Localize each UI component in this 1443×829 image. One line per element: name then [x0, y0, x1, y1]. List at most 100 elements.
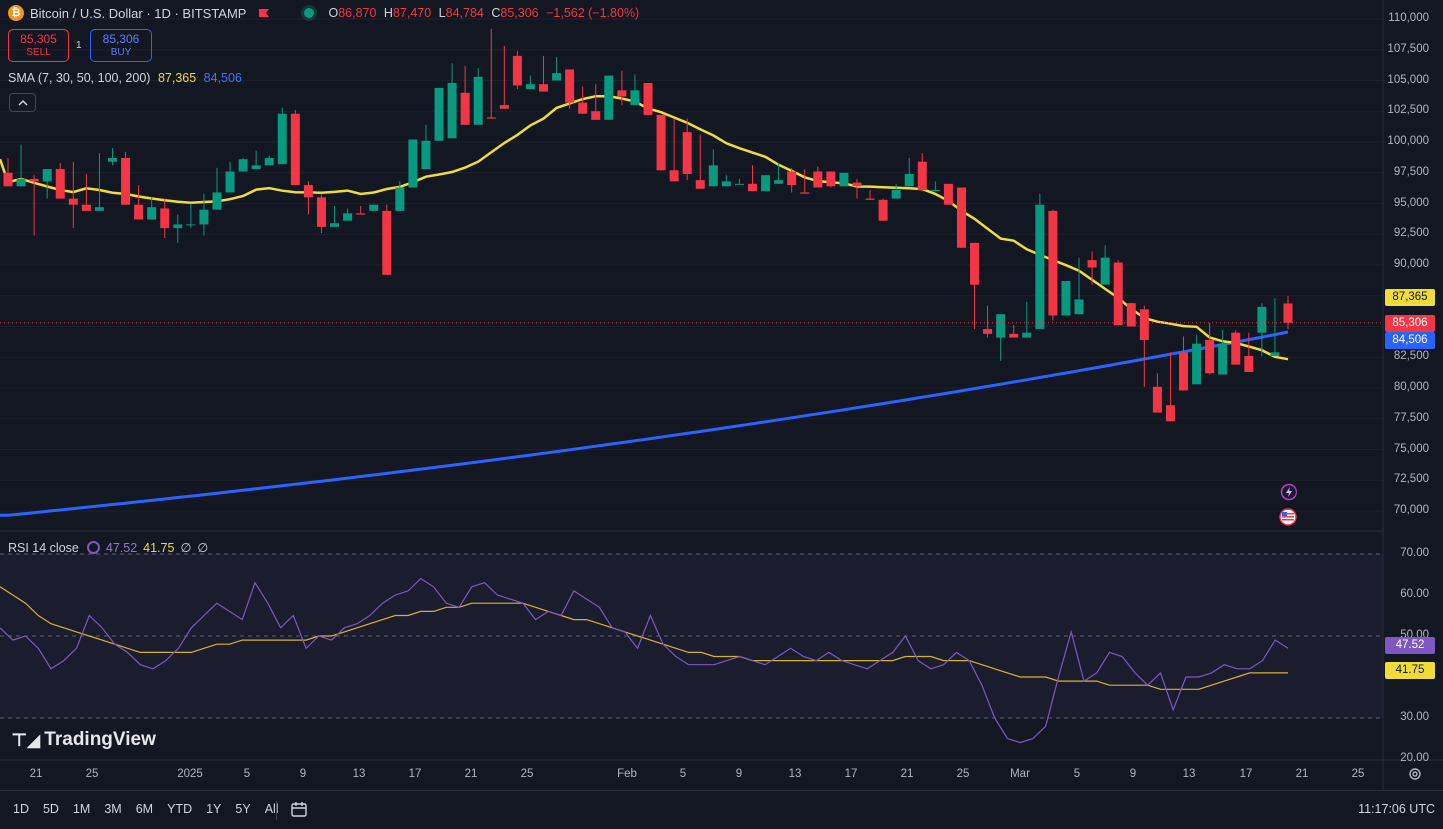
rsi-empty-value: ∅ — [180, 541, 192, 555]
candle-body — [486, 117, 496, 119]
rsi-empty-value: ∅ — [197, 541, 209, 555]
price-tick-label: 107,500 — [1387, 42, 1429, 55]
symbol-title[interactable]: Bitcoin / U.S. Dollar · 1D · BITSTAMP — [30, 6, 246, 21]
candle-body — [708, 165, 718, 187]
candle-body — [930, 189, 940, 192]
sell-price: 85,305 — [20, 32, 57, 46]
price-tick-label: 95,000 — [1393, 196, 1429, 209]
candle-body — [408, 139, 418, 188]
candle-body — [839, 172, 849, 187]
time-tick-label: Mar — [1010, 768, 1030, 780]
candle-body — [107, 157, 117, 162]
range-button-5y[interactable]: 5Y — [235, 802, 250, 816]
range-button-1d[interactable]: 1D — [13, 802, 29, 816]
rsi-ma-value: 41.75 — [143, 540, 175, 555]
candle-body — [290, 113, 300, 186]
chevron-up-icon — [17, 99, 28, 106]
range-button-5d[interactable]: 5D — [43, 802, 59, 816]
candle-body — [747, 183, 757, 192]
time-tick-label: 25 — [956, 768, 970, 780]
candle-body — [1009, 333, 1019, 338]
sma-fast-price-tag: 87,365 — [1385, 289, 1435, 306]
price-tick-label: 105,000 — [1387, 73, 1429, 86]
candle-body — [1035, 204, 1045, 329]
calendar-icon[interactable] — [290, 800, 308, 818]
candle-body — [1022, 332, 1032, 338]
candle-body — [813, 171, 823, 188]
rsi-legend[interactable]: RSI 14 close 47.52 41.75 ∅ ∅ — [8, 540, 209, 556]
range-button-ytd[interactable]: YTD — [167, 802, 192, 816]
time-tick-label: Feb — [617, 768, 637, 780]
candle-body — [1100, 257, 1110, 285]
time-tick-label: 17 — [1239, 768, 1253, 780]
candle-body — [1270, 352, 1280, 357]
candle-body — [878, 199, 888, 221]
candle-body — [656, 114, 666, 171]
candle-body — [225, 171, 235, 193]
candle-body — [774, 180, 784, 184]
market-status-icon[interactable] — [304, 8, 315, 18]
candle-body — [343, 213, 353, 221]
candle-body — [826, 171, 836, 187]
time-tick-label: 5 — [679, 768, 687, 780]
range-button-1y[interactable]: 1Y — [206, 802, 221, 816]
buy-label: BUY — [110, 47, 132, 58]
candle-body — [369, 204, 379, 211]
close-value: 85,306 — [500, 6, 539, 20]
high-value: 87,470 — [392, 6, 432, 20]
candle-body — [917, 161, 927, 190]
candle-body — [1152, 386, 1162, 413]
candle-body — [199, 209, 209, 225]
collapse-legend-button[interactable] — [9, 93, 36, 112]
range-buttons: 1D 5D 1M 3M 6M YTD 1Y 5Y All — [13, 802, 293, 816]
time-tick-label: 21 — [29, 768, 43, 780]
candle-body — [395, 187, 405, 211]
candle-body — [1231, 332, 1241, 365]
lightning-event-icon[interactable] — [1279, 483, 1297, 501]
bottom-toolbar: 1D 5D 1M 3M 6M YTD 1Y 5Y All 11:17:06 UTC — [0, 790, 1443, 829]
sell-button[interactable]: 85,305 SELL — [8, 29, 69, 62]
time-tick-label: 9 — [735, 768, 743, 780]
price-tick-label: 75,000 — [1393, 442, 1429, 455]
time-tick-label: 9 — [1129, 768, 1137, 780]
time-tick-label: 2025 — [177, 768, 203, 780]
price-tick-label: 97,500 — [1393, 165, 1429, 178]
clock[interactable]: 11:17:06 UTC — [1358, 802, 1435, 816]
time-tick-label: 25 — [85, 768, 99, 780]
chart-canvas[interactable] — [0, 0, 1443, 790]
sma-fast-line — [0, 94, 1289, 361]
bitcoin-icon: ₿ — [8, 5, 24, 21]
gear-icon[interactable] — [1408, 767, 1422, 781]
range-button-1m[interactable]: 1M — [73, 802, 90, 816]
candle-body — [1283, 303, 1293, 323]
tradingview-logo[interactable]: ⊤◢ TradingView — [11, 729, 156, 751]
us-flag-event-icon[interactable] — [1279, 508, 1297, 526]
price-tick-label: 82,500 — [1393, 350, 1429, 363]
time-tick-label: 5 — [1073, 768, 1081, 780]
candle-body — [970, 242, 980, 285]
rsi-settings-icon[interactable] — [86, 541, 100, 554]
price-tick-label: 92,500 — [1393, 227, 1429, 240]
candle-body — [695, 180, 705, 189]
candle-body — [42, 169, 52, 182]
time-tick-label: 13 — [1182, 768, 1196, 780]
range-button-3m[interactable]: 3M — [104, 802, 121, 816]
sma-legend[interactable]: SMA (7, 30, 50, 100, 200) 87,365 84,506 — [8, 71, 242, 85]
candle-body — [800, 192, 810, 194]
candle-body — [212, 192, 222, 210]
buy-button[interactable]: 85,306 BUY — [90, 29, 152, 62]
range-button-6m[interactable]: 6M — [136, 802, 153, 816]
rsi-tick-label: 70.00 — [1400, 547, 1429, 559]
price-tick-label: 90,000 — [1393, 258, 1429, 270]
candle-body — [539, 84, 549, 92]
candle-body — [1244, 356, 1254, 373]
flag-icon[interactable] — [258, 8, 270, 18]
price-tick-label: 77,500 — [1393, 411, 1429, 424]
buy-price: 85,306 — [102, 32, 140, 46]
sma-slow-value: 84,506 — [203, 71, 242, 85]
candle-body — [787, 171, 797, 186]
candle-body — [630, 90, 640, 106]
candle-body — [121, 157, 131, 205]
candle-body — [669, 170, 679, 182]
candle-body — [617, 90, 627, 97]
